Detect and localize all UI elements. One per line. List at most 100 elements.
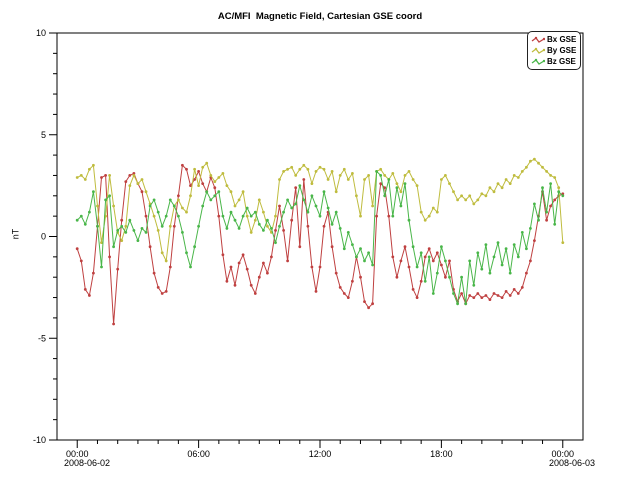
data-point-marker bbox=[323, 225, 326, 228]
data-point-marker bbox=[505, 247, 508, 250]
data-point-marker bbox=[311, 266, 314, 269]
data-point-marker bbox=[493, 256, 496, 259]
data-point-marker bbox=[396, 276, 399, 279]
data-point-marker bbox=[391, 256, 394, 259]
data-point-marker bbox=[440, 264, 443, 267]
data-point-marker bbox=[157, 286, 160, 289]
data-point-marker bbox=[177, 194, 180, 197]
data-point-marker bbox=[400, 260, 403, 263]
data-point-marker bbox=[213, 186, 216, 189]
data-point-marker bbox=[120, 239, 123, 242]
data-point-marker bbox=[274, 229, 277, 232]
data-point-marker bbox=[181, 207, 184, 210]
data-point-marker bbox=[424, 256, 427, 259]
data-point-marker bbox=[145, 190, 148, 193]
data-point-marker bbox=[278, 225, 281, 228]
data-point-marker bbox=[355, 256, 358, 259]
data-point-marker bbox=[351, 243, 354, 246]
data-point-marker bbox=[549, 205, 552, 208]
data-point-marker bbox=[230, 190, 233, 193]
data-point-marker bbox=[238, 199, 241, 202]
data-point-marker bbox=[420, 211, 423, 214]
data-point-marker bbox=[120, 219, 123, 222]
data-point-marker bbox=[420, 251, 423, 254]
legend-label-by: By GSE bbox=[547, 46, 576, 55]
data-point-marker bbox=[367, 174, 370, 177]
data-point-marker bbox=[286, 168, 289, 171]
data-point-marker bbox=[480, 268, 483, 271]
data-point-marker bbox=[124, 180, 127, 183]
data-point-marker bbox=[96, 205, 99, 208]
data-point-marker bbox=[262, 229, 265, 232]
data-point-marker bbox=[319, 266, 322, 269]
data-point-marker bbox=[250, 215, 253, 218]
data-point-marker bbox=[343, 292, 346, 295]
data-point-marker bbox=[246, 215, 249, 218]
data-point-marker bbox=[141, 190, 144, 193]
data-point-marker bbox=[108, 174, 111, 177]
data-point-marker bbox=[557, 190, 560, 193]
data-point-marker bbox=[432, 292, 435, 295]
data-point-marker bbox=[217, 190, 220, 193]
plot-area[interactable]: -10-5051000:0006:0012:0018:0000:00 bbox=[0, 0, 640, 480]
data-point-marker bbox=[307, 211, 310, 214]
data-point-marker bbox=[383, 194, 386, 197]
data-point-marker bbox=[545, 219, 548, 222]
data-point-marker bbox=[302, 199, 305, 202]
data-point-marker bbox=[521, 286, 524, 289]
data-point-marker bbox=[238, 227, 241, 230]
data-point-marker bbox=[464, 199, 467, 202]
data-point-marker bbox=[112, 323, 115, 326]
data-point-marker bbox=[274, 241, 277, 244]
data-point-marker bbox=[452, 292, 455, 295]
data-point-marker bbox=[157, 211, 160, 214]
data-point-marker bbox=[387, 178, 390, 181]
data-point-marker bbox=[371, 264, 374, 267]
data-point-marker bbox=[173, 225, 176, 228]
data-point-marker bbox=[335, 211, 338, 214]
data-point-marker bbox=[343, 168, 346, 171]
data-point-marker bbox=[476, 251, 479, 254]
data-point-marker bbox=[201, 182, 204, 185]
data-point-marker bbox=[254, 219, 257, 222]
legend-item-by: By GSE bbox=[531, 45, 577, 56]
data-point-marker bbox=[315, 290, 318, 293]
data-point-marker bbox=[226, 227, 229, 230]
data-point-marker bbox=[509, 272, 512, 275]
data-point-marker bbox=[525, 247, 528, 250]
data-point-marker bbox=[213, 180, 216, 183]
data-point-marker bbox=[169, 199, 172, 202]
data-point-marker bbox=[315, 170, 318, 173]
data-point-marker bbox=[371, 205, 374, 208]
data-point-marker bbox=[76, 247, 79, 250]
data-point-marker bbox=[489, 186, 492, 189]
data-point-marker bbox=[489, 272, 492, 275]
data-point-marker bbox=[266, 219, 269, 222]
data-point-marker bbox=[339, 227, 342, 230]
data-point-marker bbox=[416, 296, 419, 299]
data-point-marker bbox=[128, 174, 131, 177]
data-point-marker bbox=[424, 280, 427, 283]
bz-series-marker-icon bbox=[531, 58, 545, 66]
data-point-marker bbox=[428, 247, 431, 250]
data-point-marker bbox=[177, 199, 180, 202]
y-tick-label: -5 bbox=[38, 333, 46, 343]
data-point-marker bbox=[485, 243, 488, 246]
data-point-marker bbox=[331, 223, 334, 226]
data-point-marker bbox=[100, 266, 103, 269]
data-point-marker bbox=[351, 172, 354, 175]
data-point-marker bbox=[92, 190, 95, 193]
data-point-marker bbox=[412, 178, 415, 181]
data-point-marker bbox=[88, 211, 91, 214]
data-point-marker bbox=[92, 164, 95, 167]
y-tick-label: -10 bbox=[33, 435, 46, 445]
data-point-marker bbox=[327, 207, 330, 210]
data-point-marker bbox=[278, 178, 281, 181]
data-point-marker bbox=[363, 300, 366, 303]
plot-window: AC/MFI Magnetic Field, Cartesian GSE coo… bbox=[0, 0, 640, 480]
legend-item-bz: Bz GSE bbox=[531, 56, 577, 67]
data-point-marker bbox=[189, 194, 192, 197]
data-point-marker bbox=[319, 166, 322, 169]
data-point-marker bbox=[444, 276, 447, 279]
data-point-marker bbox=[234, 205, 237, 208]
